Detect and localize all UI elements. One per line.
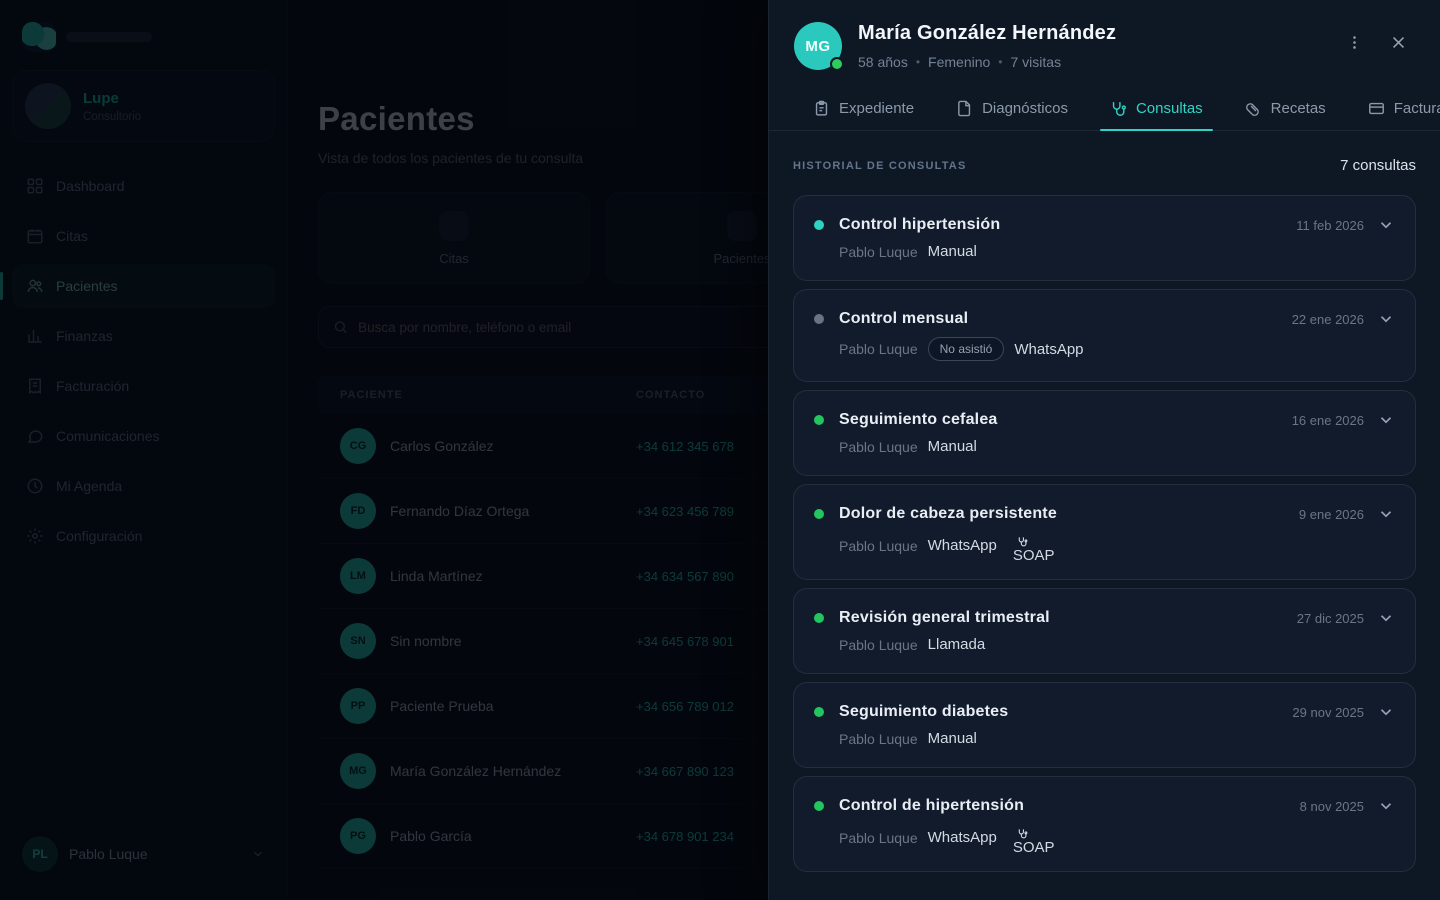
patient-avatar: MG	[794, 22, 842, 70]
consultation-title: Control hipertensión	[839, 216, 1296, 234]
more-options-button[interactable]	[1340, 28, 1368, 56]
stethoscope-icon	[1110, 100, 1127, 117]
section-title: HISTORIAL DE CONSULTAS	[793, 160, 966, 172]
consultation-card[interactable]: Control de hipertensión 8 nov 2025 Pablo…	[793, 776, 1416, 872]
soap-label: SOAP	[1013, 548, 1055, 563]
document-icon	[956, 100, 973, 117]
drawer-actions	[1340, 28, 1412, 56]
consultation-doctor: Pablo Luque	[839, 439, 918, 455]
stethoscope-icon	[1017, 536, 1028, 547]
soap-label: SOAP	[1013, 840, 1055, 855]
consultation-date: 16 ene 2026	[1292, 413, 1364, 428]
consultation-date: 8 nov 2025	[1300, 799, 1364, 814]
meta-separator: •	[916, 55, 920, 69]
tab-label: Recetas	[1271, 100, 1326, 117]
soap-badge[interactable]: SOAP	[1013, 828, 1055, 855]
consultation-card[interactable]: Dolor de cabeza persistente 9 ene 2026 P…	[793, 484, 1416, 580]
consultation-title: Revisión general trimestral	[839, 609, 1297, 627]
patient-name: María González Hernández	[858, 22, 1116, 45]
chevron-down-icon	[1377, 216, 1395, 234]
patient-visits: 7 visitas	[1011, 54, 1062, 70]
consultation-title: Control mensual	[839, 310, 1292, 328]
tab-recetas[interactable]: Recetas	[1243, 86, 1328, 130]
consultation-card[interactable]: Seguimiento diabetes 29 nov 2025 Pablo L…	[793, 682, 1416, 768]
chevron-down-icon	[1377, 505, 1395, 523]
patient-meta: 58 años • Femenino • 7 visitas	[858, 54, 1116, 70]
tab-expediente[interactable]: Expediente	[811, 86, 916, 130]
chevron-down-icon	[1377, 411, 1395, 429]
status-dot	[814, 509, 824, 519]
status-dot	[814, 613, 824, 623]
consultations-panel: HISTORIAL DE CONSULTAS 7 consultas Contr…	[769, 131, 1440, 900]
consultation-date: 22 ene 2026	[1292, 312, 1364, 327]
consultation-doctor: Pablo Luque	[839, 244, 918, 260]
patient-gender: Femenino	[928, 54, 990, 70]
tab-diagnosticos[interactable]: Diagnósticos	[954, 86, 1070, 130]
consultation-title: Seguimiento diabetes	[839, 703, 1292, 721]
close-drawer-button[interactable]	[1384, 28, 1412, 56]
tab-label: Facturación	[1394, 100, 1440, 117]
kebab-menu-icon	[1346, 34, 1363, 51]
consultation-date: 11 feb 2026	[1296, 218, 1364, 233]
consultation-doctor: Pablo Luque	[839, 637, 918, 653]
consultation-card[interactable]: Control mensual 22 ene 2026 Pablo Luque …	[793, 289, 1416, 382]
online-status-dot	[830, 57, 844, 71]
meta-separator: •	[998, 55, 1002, 69]
consultation-doctor: Pablo Luque	[839, 830, 918, 846]
consultation-card[interactable]: Revisión general trimestral 27 dic 2025 …	[793, 588, 1416, 674]
consultation-card[interactable]: Seguimiento cefalea 16 ene 2026 Pablo Lu…	[793, 390, 1416, 476]
clipboard-icon	[813, 100, 830, 117]
chevron-down-icon	[1377, 609, 1395, 627]
no-show-badge: No asistió	[928, 337, 1005, 361]
status-dot	[814, 220, 824, 230]
consultation-channel: WhatsApp	[928, 829, 997, 846]
consultation-channel: Manual	[928, 243, 977, 260]
credit-card-icon	[1368, 100, 1385, 117]
consultation-date: 29 nov 2025	[1292, 705, 1364, 720]
drawer-tabs: Expediente Diagnósticos Consultas Receta…	[769, 86, 1440, 131]
stethoscope-icon	[1017, 828, 1028, 839]
chevron-down-icon	[1377, 703, 1395, 721]
soap-badge[interactable]: SOAP	[1013, 536, 1055, 563]
consultation-channel: WhatsApp	[1014, 341, 1083, 358]
consultation-title: Control de hipertensión	[839, 797, 1300, 815]
consultation-title: Seguimiento cefalea	[839, 411, 1292, 429]
status-dot	[814, 707, 824, 717]
consultation-title: Dolor de cabeza persistente	[839, 505, 1299, 523]
pill-icon	[1245, 100, 1262, 117]
status-dot	[814, 801, 824, 811]
status-dot	[814, 314, 824, 324]
close-icon	[1390, 34, 1407, 51]
patient-age: 58 años	[858, 54, 908, 70]
tab-label: Diagnósticos	[982, 100, 1068, 117]
tab-label: Consultas	[1136, 100, 1203, 117]
tab-facturacion[interactable]: Facturación	[1366, 86, 1440, 130]
status-dot	[814, 415, 824, 425]
consultation-doctor: Pablo Luque	[839, 538, 918, 554]
patient-drawer: MG María González Hernández 58 años • Fe…	[768, 0, 1440, 900]
consultation-card[interactable]: Control hipertensión 11 feb 2026 Pablo L…	[793, 195, 1416, 281]
chevron-down-icon	[1377, 797, 1395, 815]
consultation-channel: Manual	[928, 438, 977, 455]
consultations-count: 7 consultas	[1340, 157, 1416, 174]
consultation-channel: WhatsApp	[928, 537, 997, 554]
consultation-channel: Manual	[928, 730, 977, 747]
consultation-doctor: Pablo Luque	[839, 341, 918, 357]
consultation-date: 9 ene 2026	[1299, 507, 1364, 522]
drawer-header: MG María González Hernández 58 años • Fe…	[769, 0, 1440, 86]
consultation-date: 27 dic 2025	[1297, 611, 1364, 626]
chevron-down-icon	[1377, 310, 1395, 328]
section-header: HISTORIAL DE CONSULTAS 7 consultas	[793, 157, 1416, 174]
consultation-doctor: Pablo Luque	[839, 731, 918, 747]
tab-consultas[interactable]: Consultas	[1108, 86, 1205, 130]
consultation-channel: Llamada	[928, 636, 986, 653]
tab-label: Expediente	[839, 100, 914, 117]
